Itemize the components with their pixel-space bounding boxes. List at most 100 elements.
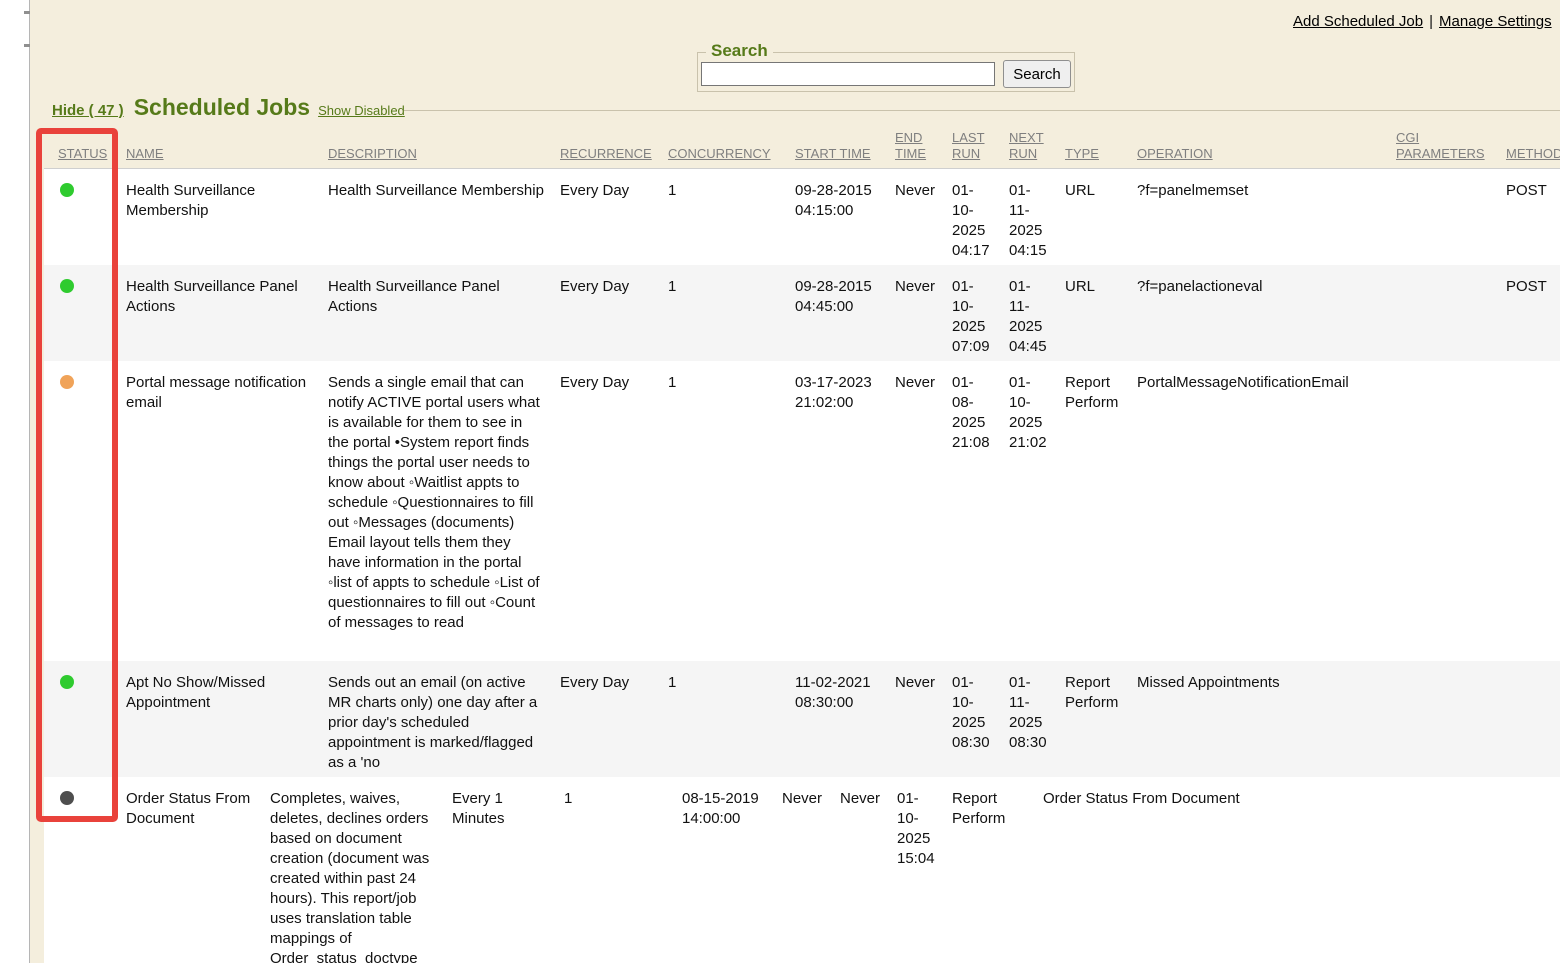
job-last-run-cell: 01-10-2025 07:09 [944,265,1001,361]
job-start-time-cell: 09-28-2015 04:15:00 [787,169,887,266]
job-status-cell [44,361,118,661]
job-type-cell: URL [1057,265,1129,361]
content-area: Add Scheduled Job | Manage Settings Search… [30,0,1560,963]
job-row: Portal message notification email Sends … [44,361,1560,661]
scheduled-jobs-table: STATUS NAME DESCRIPTION RECURRENCE CONCU… [44,128,1560,963]
job-name-cell: Health Surveillance Membership [118,169,320,266]
table-header-row: STATUS NAME DESCRIPTION RECURRENCE CONCU… [44,128,1560,169]
job-end-time-cell: Never [887,169,944,266]
job-operation-cell: ?f=panelmemset [1129,169,1388,266]
column-header-operation[interactable]: OPERATION [1129,128,1388,169]
job-end-time-cell: Never [887,265,944,361]
job-start-time-cell: 11-02-2021 08:30:00 [787,661,887,777]
job-row: Health Surveillance Membership Health Su… [44,169,1560,266]
job-status-cell [44,661,118,777]
column-header-last-run[interactable]: LAST RUN [944,128,1001,169]
column-header-next-run[interactable]: NEXT RUN [1001,128,1057,169]
job-concurrency-cell: 1 [660,169,787,266]
job-last-run-cell: 01-10-2025 04:17 [944,169,1001,266]
jobs-section-header: Hide ( 47 ) Scheduled Jobs Show Disabled [52,94,405,121]
job-recurrence-cell: Every 1 Minutes [444,777,556,963]
job-name-cell: Apt No Show/Missed Appointment [118,661,320,777]
search-input[interactable] [701,62,995,86]
job-next-run-cell: 01-10-2025 21:02 [1001,361,1057,661]
job-operation-cell: Missed Appointments [1129,661,1388,777]
column-header-name[interactable]: NAME [118,128,320,169]
job-method-cell: POST [1498,169,1560,266]
job-cgi-parameters-cell [1388,265,1498,361]
job-recurrence-cell: Every Day [552,265,660,361]
job-next-run-cell: 01-11-2025 08:30 [1001,661,1057,777]
show-disabled-link[interactable]: Show Disabled [318,103,405,118]
job-next-run-cell: 01-11-2025 04:45 [1001,265,1057,361]
search-fieldset: Search Search [697,52,1075,92]
job-row: Order Status From Document Completes, wa… [44,777,1560,963]
job-status-cell [44,265,118,361]
column-header-method[interactable]: METHOD [1498,128,1560,169]
job-start-time-cell: 08-15-2019 14:00:00 [674,777,774,963]
job-start-time-cell: 09-28-2015 04:45:00 [787,265,887,361]
column-header-status[interactable]: STATUS [44,128,118,169]
column-header-recurrence[interactable]: RECURRENCE [552,128,660,169]
job-concurrency-cell: 1 [660,361,787,661]
column-header-start-time[interactable]: START TIME [787,128,887,169]
job-cgi-parameters-cell [1388,661,1498,777]
job-method-cell [1498,661,1560,777]
job-last-run-cell: 01-08-2025 21:08 [944,361,1001,661]
jobs-table-secondary: Order Status From Document Completes, wa… [44,777,1560,963]
column-header-concurrency[interactable]: CONCURRENCY [660,128,787,169]
job-operation-cell: PortalMessageNotificationEmail [1129,361,1388,661]
job-concurrency-cell: 1 [556,777,674,963]
job-description-cell: Sends out an email (on active MR charts … [320,661,552,777]
column-header-type[interactable]: TYPE [1057,128,1129,169]
job-name-cell: Portal message notification email [118,361,320,661]
job-concurrency-cell: 1 [660,265,787,361]
search-legend: Search [706,41,773,61]
links-separator: | [1429,13,1433,30]
top-nav-links: Add Scheduled Job | Manage Settings [1293,13,1552,30]
job-row: Health Surveillance Panel Actions Health… [44,265,1560,361]
status-dot [60,675,74,689]
add-scheduled-job-link[interactable]: Add Scheduled Job [1293,13,1423,30]
job-description-cell: Health Surveillance Panel Actions [320,265,552,361]
status-dot [60,183,74,197]
job-row: Apt No Show/Missed Appointment Sends out… [44,661,1560,777]
job-description-cell: Sends a single email that can notify ACT… [320,361,552,661]
status-dot [60,375,74,389]
job-name-cell: Order Status From Document [118,777,262,963]
job-name-cell: Health Surveillance Panel Actions [118,265,320,361]
column-header-cgi-parameters[interactable]: CGI PARAMETERS [1388,128,1498,169]
job-next-run-cell: 01-11-2025 04:15 [1001,169,1057,266]
manage-settings-link[interactable]: Manage Settings [1439,13,1552,30]
scheduled-jobs-page: Add Scheduled Job | Manage Settings Search… [0,0,1560,963]
job-cgi-parameters-cell [1388,169,1498,266]
job-operation-cell: ?f=panelactioneval [1129,265,1388,361]
column-header-description[interactable]: DESCRIPTION [320,128,552,169]
job-last-run-cell: Never [832,777,889,963]
hide-count-link[interactable]: Hide ( 47 ) [52,102,124,119]
column-header-end-time[interactable]: END TIME [887,128,944,169]
job-cgi-parameters-cell [1388,361,1498,661]
job-recurrence-cell: Every Day [552,361,660,661]
job-status-cell [44,169,118,266]
job-type-cell: Report Perform [1057,361,1129,661]
job-last-run-cell: 01-10-2025 08:30 [944,661,1001,777]
job-next-run-cell: 01-10-2025 15:04 [889,777,944,963]
job-end-time-cell: Never [887,661,944,777]
job-operation-cell: Order Status From Document [1035,777,1560,963]
jobs-fieldset-border [404,110,1560,111]
job-method-cell [1498,361,1560,661]
status-dot [60,791,74,805]
left-frame-gutter [0,0,30,963]
job-end-time-cell: Never [774,777,832,963]
job-type-cell: Report Perform [1057,661,1129,777]
job-status-cell [44,777,118,963]
job-concurrency-cell: 1 [660,661,787,777]
jobs-table-main: STATUS NAME DESCRIPTION RECURRENCE CONCU… [44,128,1560,777]
job-recurrence-cell: Every Day [552,169,660,266]
job-end-time-cell: Never [887,361,944,661]
search-button[interactable]: Search [1003,60,1071,88]
job-type-cell: Report Perform [944,777,1035,963]
job-description-cell: Health Surveillance Membership [320,169,552,266]
page-title: Scheduled Jobs [134,94,310,120]
